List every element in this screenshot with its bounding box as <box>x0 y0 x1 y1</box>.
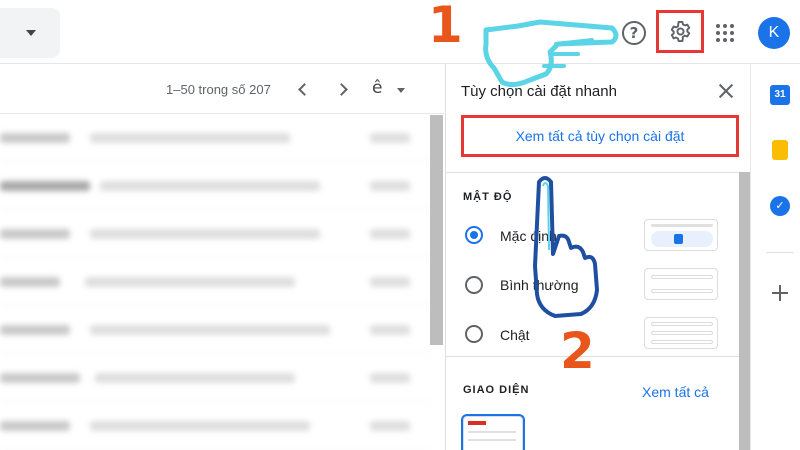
keep-icon[interactable] <box>772 140 788 160</box>
list-item[interactable] <box>0 115 430 163</box>
side-panel: 31 ✓ <box>750 64 800 450</box>
list-item[interactable] <box>0 163 430 211</box>
see-all-settings-button[interactable]: Xem tất cả tùy chọn cài đặt <box>461 115 739 157</box>
search-dropdown-icon[interactable] <box>26 30 36 36</box>
add-icon[interactable] <box>772 285 788 301</box>
density-label-compact[interactable]: Chật <box>500 327 530 343</box>
tasks-icon[interactable]: ✓ <box>770 196 790 216</box>
close-icon[interactable] <box>716 82 736 102</box>
help-icon[interactable]: ? <box>622 21 646 45</box>
list-item[interactable] <box>0 403 430 450</box>
avatar[interactable]: K <box>758 17 790 49</box>
top-bar: ? K <box>0 0 800 64</box>
density-radio-comfortable[interactable] <box>465 276 483 294</box>
density-heading: MẬT ĐỘ <box>463 191 513 203</box>
pointing-hand-icon <box>533 176 599 318</box>
pointing-hand-icon <box>483 19 619 88</box>
pagination-label: 1–50 trong số 207 <box>166 82 271 97</box>
input-tools-dropdown-icon[interactable] <box>397 88 405 93</box>
density-preview-compact[interactable] <box>644 317 718 349</box>
density-radio-compact[interactable] <box>465 325 483 343</box>
list-item[interactable] <box>0 307 430 355</box>
density-preview-comfortable[interactable] <box>644 268 718 300</box>
density-radio-default[interactable] <box>465 226 483 244</box>
mail-list-scrollbar[interactable] <box>430 115 443 345</box>
theme-heading: GIAO DIỆN <box>463 384 530 396</box>
see-all-themes-link[interactable]: Xem tất cả <box>642 384 709 400</box>
calendar-icon[interactable]: 31 <box>770 85 790 105</box>
gmail-window: ? K 1–50 trong số 207 ê Tùy chọn cài đặt… <box>0 0 800 450</box>
step-number-1: 1 <box>428 0 463 54</box>
apps-grid-icon[interactable] <box>716 24 734 42</box>
step-number-2: 2 <box>560 322 595 380</box>
chevron-right-icon[interactable] <box>335 83 348 96</box>
list-item[interactable] <box>0 259 430 307</box>
theme-preview-default[interactable] <box>463 416 523 450</box>
density-preview-default[interactable] <box>644 219 718 251</box>
mail-toolbar: 1–50 trong số 207 ê <box>0 64 444 114</box>
divider <box>766 252 794 253</box>
settings-button[interactable] <box>656 10 704 53</box>
search-box[interactable] <box>0 8 60 58</box>
chevron-left-icon[interactable] <box>298 83 311 96</box>
input-tools-button[interactable]: ê <box>372 78 382 98</box>
list-item[interactable] <box>0 355 430 403</box>
list-item[interactable] <box>0 211 430 259</box>
mail-list <box>0 115 430 450</box>
settings-gear-icon <box>670 20 691 43</box>
